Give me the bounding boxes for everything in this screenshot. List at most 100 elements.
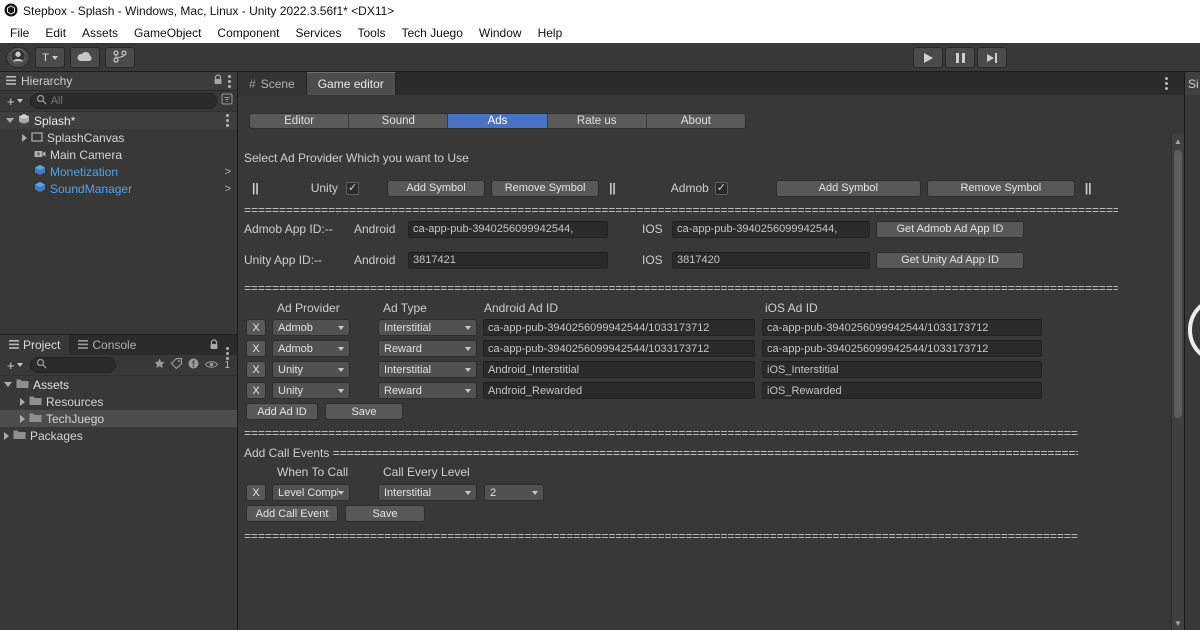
hierarchy-tab-label[interactable]: Hierarchy bbox=[21, 74, 72, 88]
foldout-closed-icon[interactable] bbox=[20, 397, 25, 406]
tab-project[interactable]: Project bbox=[0, 335, 70, 355]
add-asset-button[interactable]: + bbox=[4, 358, 26, 373]
admob-android-app-id-input[interactable] bbox=[408, 220, 608, 238]
ad-type-dropdown[interactable]: Reward bbox=[378, 382, 477, 399]
version-control-button[interactable] bbox=[105, 47, 135, 68]
ios-ad-id-input[interactable] bbox=[762, 319, 1042, 336]
unity-enabled-checkbox[interactable]: ✓ bbox=[346, 181, 360, 195]
ios-ad-id-input[interactable] bbox=[762, 361, 1042, 378]
tab-console[interactable]: Console bbox=[69, 335, 145, 355]
remove-row-button[interactable]: X bbox=[246, 361, 266, 378]
kebab-icon[interactable] bbox=[226, 352, 229, 355]
menu-item-window[interactable]: Window bbox=[471, 22, 530, 43]
menu-item-edit[interactable]: Edit bbox=[37, 22, 74, 43]
foldout-open-icon[interactable] bbox=[4, 382, 12, 387]
save-button[interactable]: Save bbox=[325, 403, 403, 420]
star-icon[interactable] bbox=[154, 356, 165, 374]
admob-ios-app-id-input[interactable] bbox=[672, 220, 870, 238]
kebab-icon[interactable] bbox=[1165, 82, 1168, 85]
alert-icon[interactable] bbox=[188, 356, 199, 374]
remove-row-button[interactable]: X bbox=[246, 340, 266, 357]
tab-ads[interactable]: Ads bbox=[447, 114, 547, 128]
project-item-resources[interactable]: Resources bbox=[0, 393, 237, 410]
filter-icon[interactable] bbox=[221, 92, 233, 110]
kebab-icon[interactable] bbox=[228, 79, 231, 83]
unity-remove-symbol-button[interactable]: Remove Symbol bbox=[491, 179, 600, 197]
ad-provider-dropdown[interactable]: Unity bbox=[272, 361, 350, 378]
android-ad-id-input[interactable] bbox=[483, 340, 755, 357]
get-admob-app-id-button[interactable]: Get Admob Ad App ID bbox=[876, 220, 1024, 238]
project-item-packages[interactable]: Packages bbox=[0, 427, 237, 444]
tab-rate-us[interactable]: Rate us bbox=[546, 114, 646, 128]
android-ad-id-input[interactable] bbox=[483, 319, 755, 336]
foldout-open-icon[interactable] bbox=[6, 118, 14, 123]
hierarchy-scene-row[interactable]: Splash* bbox=[0, 112, 237, 129]
when-to-call-dropdown[interactable]: Level Complet bbox=[272, 484, 350, 501]
tab-sound[interactable]: Sound bbox=[348, 114, 447, 128]
menu-item-services[interactable]: Services bbox=[287, 22, 349, 43]
tab-game-editor[interactable]: Game editor bbox=[306, 72, 396, 95]
hierarchy-search-input[interactable] bbox=[50, 95, 211, 107]
unity-add-symbol-button[interactable]: Add Symbol bbox=[387, 179, 486, 197]
account-avatar-button[interactable] bbox=[6, 47, 30, 68]
get-unity-app-id-button[interactable]: Get Unity Ad App ID bbox=[876, 251, 1024, 269]
ad-type-dropdown[interactable]: Interstitial bbox=[378, 361, 477, 378]
pause-button[interactable] bbox=[945, 47, 975, 68]
tab-about[interactable]: About bbox=[645, 114, 745, 128]
open-prefab-chevron-icon[interactable]: > bbox=[225, 166, 231, 178]
play-button[interactable] bbox=[913, 47, 943, 68]
ios-ad-id-input[interactable] bbox=[762, 340, 1042, 357]
menu-item-gameobject[interactable]: GameObject bbox=[126, 22, 209, 43]
add-object-button[interactable]: + bbox=[4, 94, 26, 109]
menu-item-tools[interactable]: Tools bbox=[349, 22, 393, 43]
project-search-input[interactable] bbox=[50, 359, 110, 371]
android-ad-id-input[interactable] bbox=[483, 361, 755, 378]
call-ad-type-dropdown[interactable]: Interstitial bbox=[378, 484, 477, 501]
unity-ios-app-id-input[interactable] bbox=[672, 251, 870, 269]
ad-provider-dropdown[interactable]: Admob bbox=[272, 340, 350, 357]
menu-item-tech-juego[interactable]: Tech Juego bbox=[393, 22, 470, 43]
step-button[interactable] bbox=[977, 47, 1007, 68]
add-call-event-button[interactable]: Add Call Event bbox=[246, 505, 338, 522]
android-ad-id-input[interactable] bbox=[483, 382, 755, 399]
account-dropdown-button[interactable]: T bbox=[35, 47, 65, 68]
foldout-closed-icon[interactable] bbox=[20, 414, 25, 423]
project-item-techjuego[interactable]: TechJuego bbox=[0, 410, 237, 427]
hierarchy-item-splashcanvas[interactable]: SplashCanvas bbox=[0, 129, 237, 146]
remove-row-button[interactable]: X bbox=[246, 382, 266, 399]
level-count-dropdown[interactable]: 2 bbox=[484, 484, 544, 501]
foldout-closed-icon[interactable] bbox=[4, 431, 9, 440]
ad-type-dropdown[interactable]: Reward bbox=[378, 340, 477, 357]
foldout-closed-icon[interactable] bbox=[22, 133, 27, 142]
admob-enabled-checkbox[interactable]: ✓ bbox=[714, 181, 728, 195]
remove-row-button[interactable]: X bbox=[246, 484, 266, 501]
unity-android-app-id-input[interactable] bbox=[408, 251, 608, 269]
eye-icon[interactable] bbox=[205, 356, 219, 374]
menu-item-file[interactable]: File bbox=[2, 22, 37, 43]
menu-item-help[interactable]: Help bbox=[530, 22, 571, 43]
clipped-panel-tab[interactable]: Si bbox=[1185, 72, 1200, 95]
tag-icon[interactable] bbox=[171, 356, 183, 374]
hierarchy-item-soundmanager[interactable]: SoundManager > bbox=[0, 180, 237, 197]
scrollbar-thumb[interactable] bbox=[1174, 150, 1182, 418]
lock-icon[interactable] bbox=[213, 74, 223, 88]
remove-row-button[interactable]: X bbox=[246, 319, 266, 336]
menu-item-component[interactable]: Component bbox=[209, 22, 287, 43]
hierarchy-item-monetization[interactable]: Monetization > bbox=[0, 163, 237, 180]
kebab-icon[interactable] bbox=[226, 119, 229, 122]
ad-provider-dropdown[interactable]: Unity bbox=[272, 382, 350, 399]
save-button[interactable]: Save bbox=[345, 505, 425, 522]
tab-editor[interactable]: Editor bbox=[250, 114, 348, 128]
menu-item-assets[interactable]: Assets bbox=[74, 22, 126, 43]
project-item-assets[interactable]: Assets bbox=[0, 376, 237, 393]
add-ad-id-button[interactable]: Add Ad ID bbox=[246, 403, 318, 420]
hierarchy-item-main-camera[interactable]: Main Camera bbox=[0, 146, 237, 163]
scroll-up-icon[interactable]: ▲ bbox=[1172, 134, 1184, 148]
ad-type-dropdown[interactable]: Interstitial bbox=[378, 319, 477, 336]
admob-remove-symbol-button[interactable]: Remove Symbol bbox=[926, 179, 1075, 197]
admob-add-symbol-button[interactable]: Add Symbol bbox=[775, 179, 921, 197]
scroll-down-icon[interactable]: ▼ bbox=[1172, 616, 1184, 630]
open-prefab-chevron-icon[interactable]: > bbox=[225, 183, 231, 195]
vertical-scrollbar[interactable]: ▲ ▼ bbox=[1171, 134, 1184, 630]
ios-ad-id-input[interactable] bbox=[762, 382, 1042, 399]
